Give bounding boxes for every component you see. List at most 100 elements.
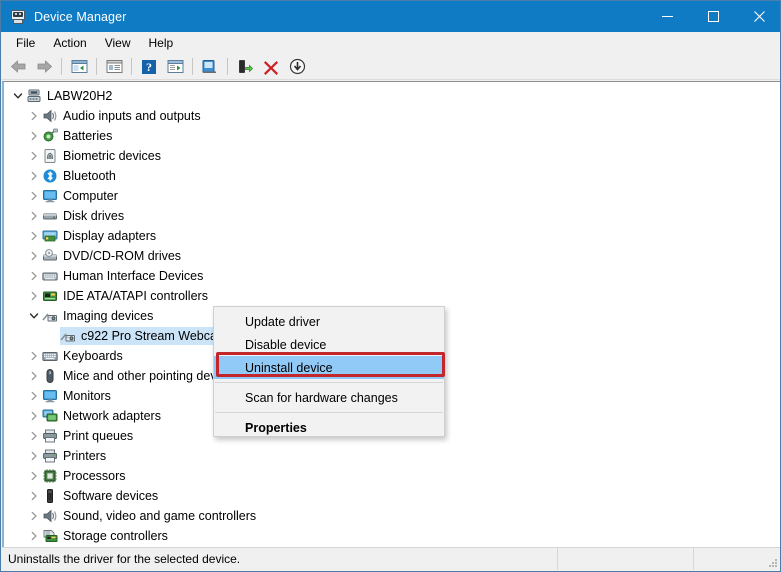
chevron-right-icon[interactable]: [26, 388, 42, 404]
window-title: Device Manager: [34, 9, 127, 24]
network-adapter-icon: [42, 408, 58, 424]
chevron-right-icon[interactable]: [26, 488, 42, 504]
chevron-right-icon[interactable]: [26, 228, 42, 244]
device-tree-item-label: Print queues: [63, 429, 134, 443]
hid-icon: [42, 268, 58, 284]
device-tree-item[interactable]: LABW20H2: [4, 86, 780, 106]
chevron-right-icon[interactable]: [26, 128, 42, 144]
chevron-right-icon[interactable]: [26, 348, 42, 364]
battery-icon: [42, 128, 58, 144]
chevron-right-icon[interactable]: [26, 508, 42, 524]
device-tree-item-content: Bluetooth: [42, 168, 116, 184]
monitor-icon: [42, 388, 58, 404]
chevron-right-icon[interactable]: [26, 168, 42, 184]
device-tree-item[interactable]: Biometric devices: [4, 146, 780, 166]
chevron-right-icon[interactable]: [26, 528, 42, 544]
device-tree-item[interactable]: DVD/CD-ROM drives: [4, 246, 780, 266]
menu-file[interactable]: File: [7, 34, 44, 53]
back-arrow-icon[interactable]: [6, 56, 30, 78]
title-bar[interactable]: Device Manager: [1, 1, 780, 32]
device-tree-item-content: Imaging devices: [42, 308, 153, 324]
device-tree-item[interactable]: Human Interface Devices: [4, 266, 780, 286]
chevron-right-icon[interactable]: [26, 468, 42, 484]
context-menu-item-disable-device[interactable]: Disable device: [214, 333, 444, 356]
device-tree-item-content: Sound, video and game controllers: [42, 508, 256, 524]
chevron-down-icon[interactable]: [26, 308, 42, 324]
chevron-right-icon[interactable]: [26, 428, 42, 444]
device-tree-item[interactable]: Batteries: [4, 126, 780, 146]
device-manager-window: Device Manager File Action View Help ? L…: [0, 0, 781, 572]
storage-controller-icon: [42, 528, 58, 544]
device-tree-item-content: Software devices: [42, 488, 158, 504]
device-tree-item-label: Software devices: [63, 489, 159, 503]
monitor-icon: [42, 188, 58, 204]
show-hide-action-pane-icon[interactable]: [163, 56, 187, 78]
menu-view[interactable]: View: [96, 34, 140, 53]
chevron-right-icon[interactable]: [26, 208, 42, 224]
device-tree-item[interactable]: Computer: [4, 186, 780, 206]
device-tree-item[interactable]: IDE ATA/ATAPI controllers: [4, 286, 780, 306]
chevron-right-icon[interactable]: [26, 288, 42, 304]
device-tree-item-content: LABW20H2: [26, 88, 112, 104]
menu-action[interactable]: Action: [44, 34, 95, 53]
ide-controller-icon: [42, 288, 58, 304]
device-tree-item-label: Audio inputs and outputs: [63, 109, 201, 123]
context-menu-separator: [215, 382, 443, 383]
device-tree-item[interactable]: Disk drives: [4, 206, 780, 226]
chevron-right-icon[interactable]: [26, 248, 42, 264]
context-menu-item-update-driver[interactable]: Update driver: [214, 310, 444, 333]
chevron-right-icon[interactable]: [26, 148, 42, 164]
device-tree-item-label: Bluetooth: [63, 169, 116, 183]
device-tree-item-content: Biometric devices: [42, 148, 161, 164]
chevron-right-icon[interactable]: [26, 448, 42, 464]
chevron-right-icon[interactable]: [26, 268, 42, 284]
disable-device-icon[interactable]: [285, 56, 309, 78]
printer-icon: [42, 448, 58, 464]
device-tree-item[interactable]: Printers: [4, 446, 780, 466]
minimize-button[interactable]: [644, 1, 690, 32]
menu-help[interactable]: Help: [140, 34, 183, 53]
scan-for-hardware-changes-icon[interactable]: [198, 56, 222, 78]
toolbar-separator: [192, 58, 193, 75]
device-tree-item-label: Biometric devices: [63, 149, 161, 163]
computer-node-icon: [26, 88, 42, 104]
resize-grip-icon[interactable]: [766, 556, 778, 568]
context-menu-item-properties[interactable]: Properties: [214, 416, 444, 439]
device-tree-item-label: LABW20H2: [47, 89, 113, 103]
context-menu-item-scan-for-hardware-changes[interactable]: Scan for hardware changes: [214, 386, 444, 409]
device-tree-item-content: Monitors: [42, 388, 111, 404]
context-menu-item-uninstall-device[interactable]: Uninstall device: [214, 356, 444, 379]
device-tree-item-content: Disk drives: [42, 208, 124, 224]
device-tree-item-content: Mice and other pointing devices: [42, 368, 239, 384]
show-hide-console-tree-icon[interactable]: [67, 56, 91, 78]
keyboard-icon: [42, 348, 58, 364]
close-button[interactable]: [736, 1, 780, 32]
chevron-right-icon[interactable]: [26, 108, 42, 124]
chevron-right-icon[interactable]: [26, 188, 42, 204]
device-tree-item-label: Printers: [63, 449, 107, 463]
forward-arrow-icon[interactable]: [32, 56, 56, 78]
chevron-down-icon[interactable]: [10, 88, 26, 104]
device-tree-item[interactable]: Bluetooth: [4, 166, 780, 186]
update-driver-icon[interactable]: [233, 56, 257, 78]
maximize-button[interactable]: [690, 1, 736, 32]
uninstall-device-icon[interactable]: [259, 56, 283, 78]
display-adapter-icon: [42, 228, 58, 244]
status-bar: Uninstalls the driver for the selected d…: [2, 547, 780, 570]
help-icon[interactable]: ?: [137, 56, 161, 78]
device-tree-item[interactable]: Processors: [4, 466, 780, 486]
fingerprint-icon: [42, 148, 58, 164]
device-tree-item-label: Computer: [63, 189, 118, 203]
device-tree-item-content: Network adapters: [42, 408, 161, 424]
context-menu[interactable]: Update driver Disable device Uninstall d…: [213, 306, 445, 437]
device-tree-item-label: c922 Pro Stream Webcam: [80, 327, 230, 345]
chevron-right-icon[interactable]: [26, 408, 42, 424]
properties-icon[interactable]: [102, 56, 126, 78]
chevron-right-icon[interactable]: [26, 368, 42, 384]
device-tree-item[interactable]: Storage controllers: [4, 526, 780, 546]
device-tree-item[interactable]: Sound, video and game controllers: [4, 506, 780, 526]
device-tree-item-content: Storage controllers: [42, 528, 168, 544]
device-tree-item[interactable]: Display adapters: [4, 226, 780, 246]
device-tree-item[interactable]: Software devices: [4, 486, 780, 506]
device-tree-item[interactable]: Audio inputs and outputs: [4, 106, 780, 126]
